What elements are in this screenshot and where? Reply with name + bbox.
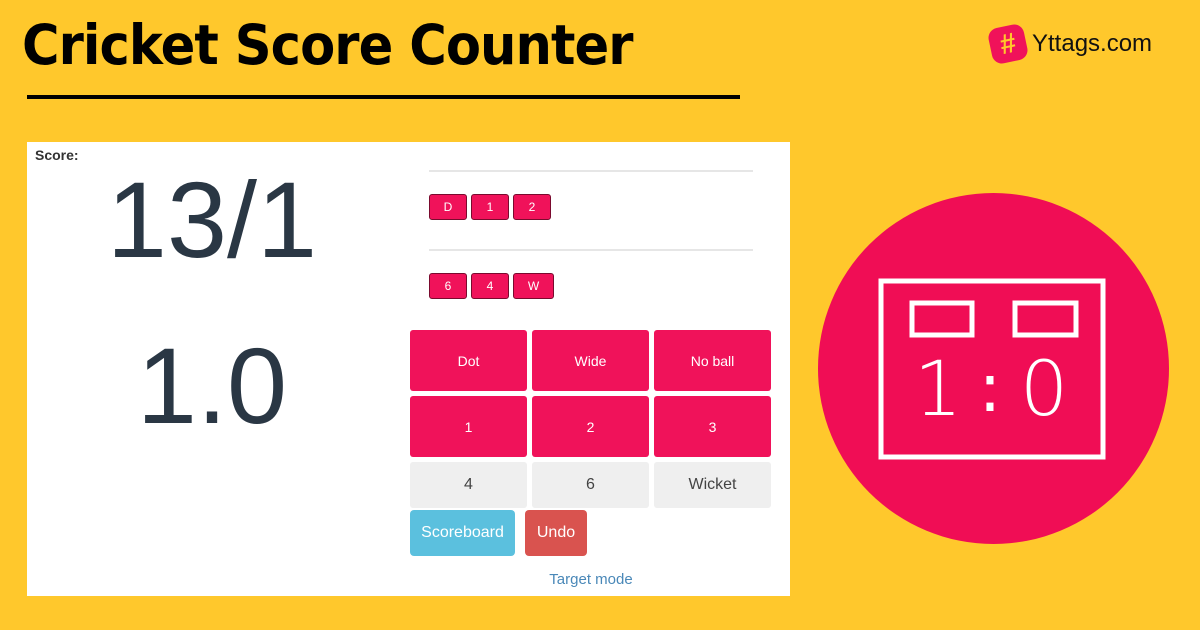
hashtag-glyph: # bbox=[997, 26, 1019, 61]
two-runs-button[interactable]: 2 bbox=[532, 396, 649, 457]
page-title: Cricket Score Counter bbox=[22, 13, 634, 77]
undo-button[interactable]: Undo bbox=[525, 510, 587, 556]
title-underline bbox=[27, 95, 740, 99]
left-value: 1 bbox=[914, 344, 962, 433]
left-panel bbox=[909, 300, 975, 338]
ball-chip: 4 bbox=[471, 273, 509, 299]
score-display: 13/1 bbox=[106, 159, 318, 280]
dot-button[interactable]: Dot bbox=[410, 330, 527, 391]
score-label: Score: bbox=[35, 147, 79, 163]
ball-chip: D bbox=[429, 194, 467, 220]
ball-chip: 2 bbox=[513, 194, 551, 220]
three-runs-button[interactable]: 3 bbox=[654, 396, 771, 457]
over-history-row: D 1 2 bbox=[429, 194, 551, 220]
score-counter-panel: Score: 13/1 1.0 D 1 2 6 4 W Dot Wide No … bbox=[27, 142, 790, 596]
divider bbox=[429, 170, 753, 172]
no-ball-button[interactable]: No ball bbox=[654, 330, 771, 391]
ball-chip: 1 bbox=[471, 194, 509, 220]
six-runs-button[interactable]: 6 bbox=[532, 462, 649, 508]
divider bbox=[429, 249, 753, 251]
right-value: 0 bbox=[1020, 344, 1068, 433]
scoreboard-icon: 1 : 0 bbox=[878, 278, 1106, 460]
brand[interactable]: # Yttags.com bbox=[986, 22, 1153, 66]
wicket-button[interactable]: Wicket bbox=[654, 462, 771, 508]
wide-button[interactable]: Wide bbox=[532, 330, 649, 391]
scoring-buttons: Dot Wide No ball 1 2 3 4 6 Wicket bbox=[410, 330, 772, 508]
scoreboard-button[interactable]: Scoreboard bbox=[410, 510, 515, 556]
over-history-row: 6 4 W bbox=[429, 273, 554, 299]
ball-chip: W bbox=[513, 273, 554, 299]
right-panel bbox=[1012, 300, 1079, 338]
ball-chip: 6 bbox=[429, 273, 467, 299]
overs-display: 1.0 bbox=[136, 325, 288, 446]
one-run-button[interactable]: 1 bbox=[410, 396, 527, 457]
separator: : bbox=[979, 349, 1002, 428]
hashtag-icon: # bbox=[986, 22, 1030, 66]
action-row: Scoreboard Undo bbox=[410, 510, 587, 556]
four-runs-button[interactable]: 4 bbox=[410, 462, 527, 508]
brand-name: Yttags.com bbox=[1032, 30, 1153, 57]
target-mode-link[interactable]: Target mode bbox=[410, 571, 772, 588]
scoreboard-illustration: 1 : 0 bbox=[818, 193, 1169, 544]
